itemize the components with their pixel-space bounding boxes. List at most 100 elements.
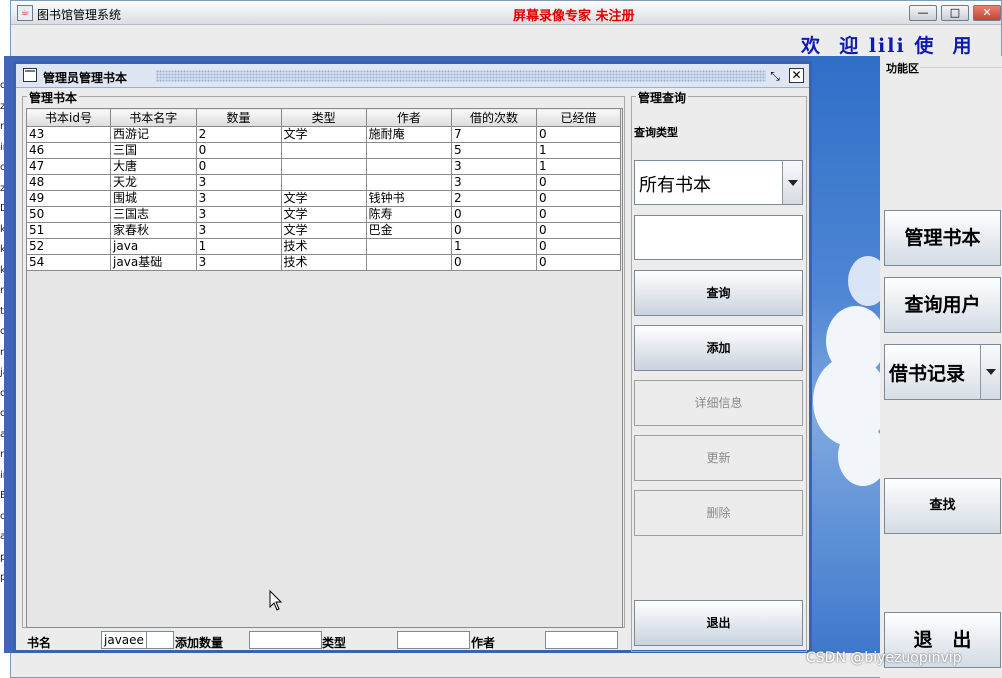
table-cell[interactable]: 文学 — [280, 222, 367, 239]
table-cell[interactable]: 48 — [25, 174, 112, 191]
table-cell[interactable]: 家春秋 — [110, 222, 197, 239]
table-cell[interactable]: 52 — [25, 238, 112, 255]
restore-icon[interactable]: ⤡ — [767, 68, 783, 84]
table-cell[interactable]: 54 — [25, 254, 112, 271]
query-users-button[interactable]: 查询用户 — [884, 277, 1001, 333]
borrow-records-combo[interactable]: 借书记录 — [884, 344, 1001, 400]
column-header[interactable]: 类型 — [280, 108, 367, 127]
books-table[interactable]: 书本id号 书本名字 数量 类型 作者 借的次数 已经借 43 西游记 2 文学 施耐庵 7 0 46 三国… — [25, 108, 622, 271]
table-cell[interactable]: 0 — [451, 222, 537, 239]
table-cell[interactable]: 3 — [195, 174, 282, 191]
book-name-input[interactable]: javaee — [101, 631, 174, 649]
table-cell[interactable]: 2 — [195, 126, 282, 143]
query-input[interactable] — [634, 215, 803, 260]
table-cell[interactable]: 1 — [535, 142, 622, 159]
table-cell[interactable]: 文学 — [280, 190, 367, 207]
table-cell[interactable]: 技术 — [280, 254, 367, 271]
query-button[interactable]: 查询 — [634, 270, 803, 316]
close-icon[interactable]: ✕ — [789, 68, 804, 83]
table-cell[interactable]: 1 — [195, 238, 282, 255]
manage-books-button[interactable]: 管理书本 — [884, 210, 1001, 266]
table-cell[interactable] — [365, 238, 453, 255]
table-cell[interactable]: 0 — [195, 158, 282, 175]
table-cell[interactable]: 钱钟书 — [365, 190, 453, 207]
close-button[interactable]: ✕ — [973, 5, 1001, 21]
table-cell[interactable]: java — [110, 238, 197, 255]
table-cell[interactable]: 技术 — [280, 238, 367, 255]
query-type-select[interactable]: 所有书本 — [634, 160, 803, 205]
table-cell[interactable]: 51 — [25, 222, 112, 239]
add-button[interactable]: 添加 — [634, 325, 803, 371]
table-cell[interactable]: 巴金 — [365, 222, 453, 239]
add-quantity-input[interactable] — [249, 631, 322, 649]
table-cell[interactable]: 0 — [535, 222, 622, 239]
table-cell[interactable]: 天龙 — [110, 174, 197, 191]
table-cell[interactable]: 0 — [451, 206, 537, 223]
table-cell[interactable]: 2 — [451, 190, 537, 207]
exit-query-button[interactable]: 退出 — [634, 600, 803, 646]
table-row[interactable]: 51 家春秋 3 文学 巴金 0 0 — [25, 222, 622, 239]
table-cell[interactable]: 3 — [451, 174, 537, 191]
table-cell[interactable]: 围城 — [110, 190, 197, 207]
column-header[interactable]: 作者 — [365, 108, 453, 127]
table-cell[interactable]: 陈寿 — [365, 206, 453, 223]
column-header[interactable]: 已经借 — [535, 108, 622, 127]
table-cell[interactable]: 施耐庵 — [365, 126, 453, 143]
maximize-button[interactable]: □ — [941, 5, 969, 21]
column-header[interactable]: 书本id号 — [25, 108, 112, 127]
table-cell[interactable]: 西游记 — [110, 126, 197, 143]
detail-info-button[interactable]: 详细信息 — [634, 380, 803, 426]
table-cell[interactable]: 50 — [25, 206, 112, 223]
table-cell[interactable]: 7 — [451, 126, 537, 143]
table-cell[interactable]: 三国 — [110, 142, 197, 159]
window-titlebar[interactable]: ☕ 图书馆管理系统 屏幕录像专家 未注册 — □ ✕ — [11, 1, 1001, 25]
column-header[interactable]: 借的次数 — [451, 108, 537, 127]
table-cell[interactable]: 1 — [451, 238, 537, 255]
chevron-down-icon[interactable] — [782, 161, 802, 204]
table-cell[interactable]: 0 — [535, 238, 622, 255]
table-row[interactable]: 43 西游记 2 文学 施耐庵 7 0 — [25, 126, 622, 143]
table-cell[interactable]: 49 — [25, 190, 112, 207]
update-button[interactable]: 更新 — [634, 435, 803, 481]
chevron-down-icon[interactable] — [980, 345, 1000, 399]
table-row[interactable]: 47 大唐 0 3 1 — [25, 158, 622, 175]
table-cell[interactable] — [280, 174, 367, 191]
table-row[interactable]: 48 天龙 3 3 0 — [25, 174, 622, 191]
column-header[interactable]: 数量 — [195, 108, 282, 127]
table-cell[interactable]: 0 — [535, 174, 622, 191]
table-cell[interactable]: 43 — [25, 126, 112, 143]
author-input[interactable] — [545, 631, 618, 649]
table-cell[interactable]: 1 — [535, 158, 622, 175]
table-row[interactable]: 49 围城 3 文学 钱钟书 2 0 — [25, 190, 622, 207]
table-cell[interactable] — [280, 158, 367, 175]
table-cell[interactable]: 0 — [535, 190, 622, 207]
table-cell[interactable]: 3 — [451, 158, 537, 175]
table-cell[interactable]: 三国志 — [110, 206, 197, 223]
minimize-button[interactable]: — — [909, 5, 937, 21]
table-cell[interactable]: 3 — [195, 222, 282, 239]
table-row[interactable]: 54 java基础 3 技术 0 0 — [25, 254, 622, 271]
table-cell[interactable]: 0 — [535, 254, 622, 271]
table-cell[interactable] — [365, 254, 453, 271]
delete-button[interactable]: 删除 — [634, 490, 803, 536]
table-cell[interactable]: 46 — [25, 142, 112, 159]
type-input[interactable] — [397, 631, 470, 649]
table-cell[interactable]: 3 — [195, 190, 282, 207]
table-cell[interactable]: 3 — [195, 206, 282, 223]
find-button[interactable]: 查找 — [884, 478, 1001, 534]
table-cell[interactable]: 5 — [451, 142, 537, 159]
table-cell[interactable]: 47 — [25, 158, 112, 175]
column-header[interactable]: 书本名字 — [110, 108, 197, 127]
table-cell[interactable] — [280, 142, 367, 159]
table-row[interactable]: 52 java 1 技术 1 0 — [25, 238, 622, 255]
table-cell[interactable]: 0 — [451, 254, 537, 271]
table-cell[interactable] — [365, 142, 453, 159]
table-cell[interactable]: 0 — [535, 206, 622, 223]
table-cell[interactable]: 0 — [535, 126, 622, 143]
internal-frame-titlebar[interactable]: 管理员管理书本 ⤡ ✕ — [16, 64, 809, 88]
table-cell[interactable]: 大唐 — [110, 158, 197, 175]
table-cell[interactable]: 0 — [195, 142, 282, 159]
table-row[interactable]: 46 三国 0 5 1 — [25, 142, 622, 159]
table-cell[interactable]: 文学 — [280, 126, 367, 143]
table-cell[interactable]: 文学 — [280, 206, 367, 223]
